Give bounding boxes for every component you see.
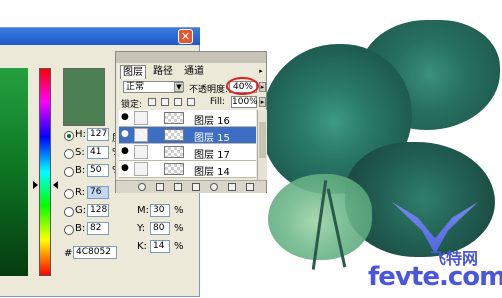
- radio-r[interactable]: [64, 189, 74, 199]
- layer-link-cell[interactable]: [134, 162, 148, 176]
- tab-layers[interactable]: 图层: [120, 65, 146, 79]
- eye-icon[interactable]: ●: [121, 147, 130, 156]
- layer-row[interactable]: ● 图层 17: [119, 144, 256, 161]
- fill-input[interactable]: 100%: [231, 96, 258, 108]
- label-m: M:: [137, 205, 149, 216]
- new-group-icon[interactable]: [192, 183, 200, 191]
- layers-panel: 图层 路径 通道 ▸ 正常 ▼ 不透明度: 40% ▸ 锁定: Fill: 10…: [115, 51, 267, 193]
- radio-g[interactable]: [64, 207, 74, 217]
- tab-channels[interactable]: 通道: [182, 65, 206, 78]
- input-y[interactable]: 80: [150, 222, 170, 235]
- trash-icon[interactable]: [246, 183, 254, 191]
- slider-arrow-left-icon[interactable]: [33, 181, 38, 189]
- layers-scrollbar[interactable]: [257, 110, 267, 180]
- input-k[interactable]: 14: [150, 240, 170, 253]
- layer-name: 图层 17: [194, 150, 230, 161]
- input-hex[interactable]: 4C8052: [73, 246, 117, 259]
- label-h: H:: [75, 129, 86, 140]
- layer-name: 图层 16: [194, 116, 230, 127]
- close-button[interactable]: ✕: [178, 29, 193, 44]
- label-s: S:: [75, 147, 85, 158]
- radio-b[interactable]: [64, 167, 74, 177]
- chevron-down-icon[interactable]: ▼: [174, 82, 184, 92]
- unit-k: %: [174, 241, 184, 252]
- panel-menu-icon[interactable]: ▸: [256, 67, 266, 77]
- lock-pixels-icon[interactable]: [161, 98, 169, 106]
- slider-arrow-right-icon[interactable]: [53, 181, 58, 189]
- color-field[interactable]: [0, 68, 28, 276]
- brush-icon[interactable]: ✎: [134, 128, 148, 142]
- label-b: B:: [75, 165, 86, 176]
- input-m[interactable]: 30: [150, 204, 170, 217]
- layers-footer-toolbar: [116, 180, 266, 193]
- opacity-label: 不透明度:: [189, 85, 229, 95]
- eye-icon[interactable]: ●: [121, 164, 130, 173]
- lock-label: 锁定:: [121, 100, 143, 110]
- input-b[interactable]: 50: [87, 164, 109, 177]
- layer-mask-icon[interactable]: [174, 183, 182, 191]
- layer-link-cell[interactable]: [134, 111, 148, 125]
- unit-m: %: [174, 205, 184, 216]
- hue-slider[interactable]: [39, 68, 51, 276]
- label-g: G:: [75, 205, 87, 216]
- fill-label: Fill:: [210, 97, 226, 107]
- radio-blue[interactable]: [64, 225, 74, 235]
- layer-thumbnail: [164, 163, 184, 175]
- lock-transparency-icon[interactable]: [148, 98, 156, 106]
- tab-paths[interactable]: 路径: [151, 65, 175, 78]
- layer-name: 图层 15: [194, 133, 230, 144]
- layer-thumbnail: [164, 129, 184, 141]
- input-h[interactable]: 127: [87, 128, 109, 141]
- layer-thumbnail: [164, 112, 184, 124]
- layers-panel-header[interactable]: [116, 52, 266, 63]
- unit-y: %: [174, 223, 184, 234]
- highlight-circle: [226, 77, 259, 95]
- input-r[interactable]: 76: [87, 186, 109, 199]
- layer-row-selected[interactable]: ● ✎ 图层 15: [119, 127, 256, 144]
- radio-s[interactable]: [64, 149, 74, 159]
- layer-style-icon[interactable]: [156, 183, 164, 191]
- watermark-url: fevte.com: [368, 262, 502, 292]
- label-blue: B:: [75, 223, 86, 234]
- scrollbar-thumb[interactable]: [259, 122, 266, 158]
- layer-row[interactable]: ● 图层 14: [119, 161, 256, 178]
- adjustment-layer-icon[interactable]: [210, 183, 218, 191]
- fill-arrow-icon[interactable]: ▸: [259, 97, 266, 107]
- lock-all-icon[interactable]: [187, 98, 195, 106]
- eye-icon[interactable]: ●: [121, 130, 130, 139]
- lock-position-icon[interactable]: [174, 98, 182, 106]
- current-color-swatch: [63, 68, 105, 126]
- label-y: Y:: [137, 223, 146, 234]
- layer-name: 图层 14: [194, 167, 230, 178]
- input-s[interactable]: 41: [87, 146, 109, 159]
- layer-link-cell[interactable]: [134, 145, 148, 159]
- opacity-arrow-icon[interactable]: ▸: [259, 82, 266, 92]
- input-g[interactable]: 128: [87, 204, 109, 217]
- link-layers-icon[interactable]: [138, 183, 146, 191]
- layer-row[interactable]: ● 图层 16: [119, 110, 256, 127]
- new-layer-icon[interactable]: [228, 183, 236, 191]
- label-hex: #: [64, 248, 73, 259]
- label-r: R:: [75, 187, 86, 198]
- dialog-titlebar[interactable]: [0, 28, 200, 45]
- label-k: K:: [137, 241, 147, 252]
- layer-thumbnail: [164, 146, 184, 158]
- close-icon: ✕: [180, 30, 191, 43]
- radio-h[interactable]: [64, 131, 74, 141]
- input-blue[interactable]: 82: [87, 222, 109, 235]
- eye-icon[interactable]: ●: [121, 113, 130, 122]
